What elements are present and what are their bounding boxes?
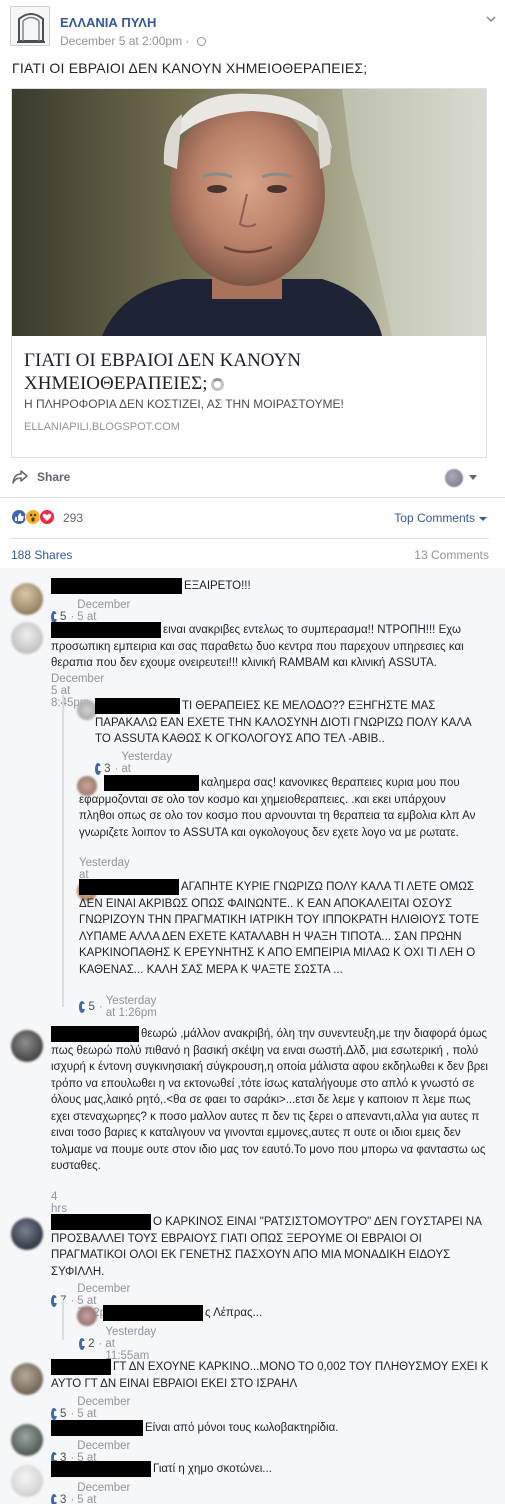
reply-timestamp[interactable]: Yesterday at 11:55am bbox=[105, 1326, 162, 1362]
comment-body: Γιατί η χημο σκοτώνει... bbox=[51, 1461, 491, 1478]
like-icon bbox=[79, 1338, 88, 1350]
reply-like-count[interactable]: 3 bbox=[104, 763, 110, 775]
like-icon bbox=[95, 763, 104, 775]
reply-body: ΑΓΑΠΗΤΕ ΚΥΡΙΕ ΓΝΩΡΙΖΩ ΠΟΛΥ ΚΑΛΑ ΤΙ ΛΕΤΕ … bbox=[79, 879, 484, 978]
top-comments-dropdown[interactable]: Top Comments bbox=[394, 511, 487, 525]
commenter-name-redacted[interactable] bbox=[51, 622, 161, 638]
link-title-text[interactable]: ΓΙΑΤΙ ΟΙ ΕΒΡΑΙΟΙ ΔΕΝ ΚΑΝΟΥΝ ΧΗΜΕΙΟΘΕΡΑΠΕ… bbox=[24, 350, 301, 394]
comment-timestamp[interactable]: 4 hrs bbox=[51, 1191, 67, 1215]
reply-body: καλημερα σας! κανονικες θεραπειες κυρια … bbox=[79, 775, 484, 841]
commenter-avatar[interactable] bbox=[11, 1218, 43, 1250]
commenter-name-redacted[interactable] bbox=[51, 1461, 151, 1477]
reply-body: ΤΙ ΘΕΡΑΠΕΙΕΣ ΚΕ ΜΕΛΟΔΟ?? ΕΞΗΓΗΣΤΕ ΜΑΣ ΠΑ… bbox=[95, 698, 485, 748]
reply-thread-line bbox=[62, 1300, 64, 1340]
globe-icon bbox=[196, 37, 206, 47]
shares-row: 188 Shares 13 Comments bbox=[11, 548, 489, 564]
commenter-name-redacted[interactable] bbox=[104, 775, 199, 791]
commenter-avatar[interactable] bbox=[11, 622, 43, 654]
post-meta: December 5 at 2:00pm · bbox=[60, 34, 206, 48]
loading-spinner-icon bbox=[211, 378, 225, 392]
reply-thread-line bbox=[62, 695, 64, 1007]
link-title[interactable]: ΓΙΑΤΙ ΟΙ ΕΒΡΑΙΟΙ ΔΕΝ ΚΑΝΟΥΝ ΧΗΜΕΙΟΘΕΡΑΠΕ… bbox=[24, 349, 464, 395]
divider bbox=[0, 497, 505, 498]
commenter-name-redacted[interactable] bbox=[51, 1359, 111, 1375]
comment-text: ΕΞΑΙΡΕΤΟ!!! bbox=[184, 580, 251, 592]
divider bbox=[11, 538, 489, 539]
like-icon bbox=[51, 1295, 60, 1307]
comment-timestamp[interactable]: December 5 at 9:59pm bbox=[77, 1482, 136, 1504]
meta-separator: · bbox=[182, 34, 193, 48]
chevron-down-icon[interactable] bbox=[486, 14, 496, 24]
commenter-name-redacted[interactable] bbox=[51, 1420, 143, 1436]
comment-meta: 4 hrs bbox=[51, 1191, 67, 1215]
like-icon bbox=[51, 1408, 60, 1420]
commenter-avatar[interactable] bbox=[11, 1424, 43, 1456]
link-description: Η ΠΛΗΡΟΦΟΡΙΑ ΔΕΝ ΚΟΣΤΙΖΕΙ, ΑΣ ΤΗΝ ΜΟΙΡΑΣ… bbox=[24, 397, 344, 411]
commenter-name-redacted[interactable] bbox=[103, 1305, 203, 1321]
like-icon bbox=[51, 1494, 60, 1504]
comment-body: ΓΤ ΔΝ ΕΧΟΥΝΕ ΚΑΡΚΙΝΟ...ΜΟΝΟ ΤΟ 0,002 ΤΟΥ… bbox=[51, 1359, 491, 1392]
commenter-avatar[interactable] bbox=[11, 1030, 43, 1062]
comment-body: θεωρώ ,μάλλον ανακριβή, όλη την συνεντευ… bbox=[51, 1026, 491, 1175]
share-arrow-icon bbox=[12, 470, 28, 484]
link-domain: ELLANIAPILI.BLOGSPOT.COM bbox=[24, 421, 180, 433]
reply-meta: 2 · Yesterday at 11:55am bbox=[79, 1326, 162, 1362]
comment-text: θεωρώ ,μάλλον ανακριβή, όλη την συνεντευ… bbox=[51, 1028, 488, 1172]
share-label: Share bbox=[37, 470, 71, 484]
link-preview-image[interactable] bbox=[12, 89, 486, 336]
reply-body: ς Λέπρας... bbox=[103, 1305, 483, 1322]
share-bar: Share bbox=[11, 466, 491, 490]
comment-like-count[interactable]: 3 bbox=[60, 1494, 66, 1504]
comment-body: ΕΞΑΙΡΕΤΟ!!! bbox=[51, 578, 491, 595]
replier-avatar[interactable] bbox=[77, 700, 97, 720]
comments-count[interactable]: 13 Comments bbox=[414, 548, 489, 562]
comment-text: ΓΤ ΔΝ ΕΧΟΥΝΕ ΚΑΡΚΙΝΟ...ΜΟΝΟ ΤΟ 0,002 ΤΟΥ… bbox=[51, 1361, 489, 1390]
caret-down-icon[interactable] bbox=[469, 475, 477, 480]
comment-text: Είναι από μόνοι τους κωλοβακτηρίδια. bbox=[145, 1422, 339, 1434]
reactions-row: 293 Top Comments bbox=[11, 509, 491, 529]
commenter-name-redacted[interactable] bbox=[51, 1214, 151, 1230]
page-name-link[interactable]: ΕΛΛΑΝΙΑ ΠΥΛΗ bbox=[60, 15, 156, 30]
reaction-count[interactable]: 293 bbox=[63, 511, 83, 525]
reply-meta: 5 · Yesterday at 1:26pm bbox=[79, 995, 162, 1019]
post-timestamp[interactable]: December 5 at 2:00pm bbox=[60, 34, 182, 48]
page-avatar[interactable] bbox=[10, 6, 50, 46]
reply-like-count[interactable]: 2 bbox=[88, 1338, 94, 1350]
link-preview-card[interactable]: ΓΙΑΤΙ ΟΙ ΕΒΡΑΙΟΙ ΔΕΝ ΚΑΝΟΥΝ ΧΗΜΕΙΟΘΕΡΑΠΕ… bbox=[11, 88, 487, 458]
comment-body: Είναι από μόνοι τους κωλοβακτηρίδια. bbox=[51, 1420, 491, 1437]
replier-avatar[interactable] bbox=[77, 1306, 97, 1326]
caret-down-icon bbox=[479, 516, 487, 521]
post-text: ΓΙΑΤΙ ΟΙ ΕΒΡΑΙΟΙ ΔΕΝ ΚΑΝΟΥΝ ΧΗΜΕΙΟΘΕΡΑΠΕ… bbox=[12, 60, 368, 76]
top-comments-label: Top Comments bbox=[394, 511, 475, 525]
commenter-name-redacted[interactable] bbox=[95, 698, 180, 714]
comment-meta: 3·December 5 at 9:59pm bbox=[51, 1482, 136, 1504]
reply-timestamp[interactable]: Yesterday at 1:26pm bbox=[106, 995, 162, 1019]
comment-body: ειναι ανακριβες εντελως το συμπερασμα!! … bbox=[51, 622, 491, 672]
like-icon bbox=[79, 1001, 88, 1013]
love-reaction-icon[interactable] bbox=[39, 509, 55, 525]
reply-like-count[interactable]: 5 bbox=[88, 1001, 94, 1013]
commenter-name-redacted[interactable] bbox=[51, 1026, 139, 1042]
commenter-avatar[interactable] bbox=[11, 1465, 43, 1497]
reply-text: ς Λέπρας... bbox=[205, 1307, 263, 1319]
post-header: ΕΛΛΑΝΙΑ ΠΥΛΗ December 5 at 2:00pm · bbox=[10, 6, 500, 50]
comment-like-count[interactable]: 5 bbox=[60, 1408, 66, 1420]
commenter-avatar[interactable] bbox=[11, 583, 43, 615]
reply-text: ΑΓΑΠΗΤΕ ΚΥΡΙΕ ΓΝΩΡΙΖΩ ΠΟΛΥ ΚΑΛΑ ΤΙ ΛΕΤΕ … bbox=[79, 881, 480, 976]
post-as-avatar[interactable] bbox=[445, 469, 463, 487]
commenter-avatar[interactable] bbox=[11, 1363, 43, 1395]
commenter-name-redacted[interactable] bbox=[79, 879, 179, 895]
share-button[interactable]: Share bbox=[11, 466, 70, 488]
shares-count[interactable]: 188 Shares bbox=[11, 548, 72, 562]
commenter-name-redacted[interactable] bbox=[51, 578, 182, 594]
comment-body: Ο ΚΑΡΚΙΝΟΣ ΕΙΝΑΙ "ΡΑΤΣΙΣΤΟΜΟΥΤΡΟ" ΔΕΝ ΓΟ… bbox=[51, 1214, 491, 1280]
comment-text: Γιατί η χημο σκοτώνει... bbox=[153, 1463, 272, 1475]
